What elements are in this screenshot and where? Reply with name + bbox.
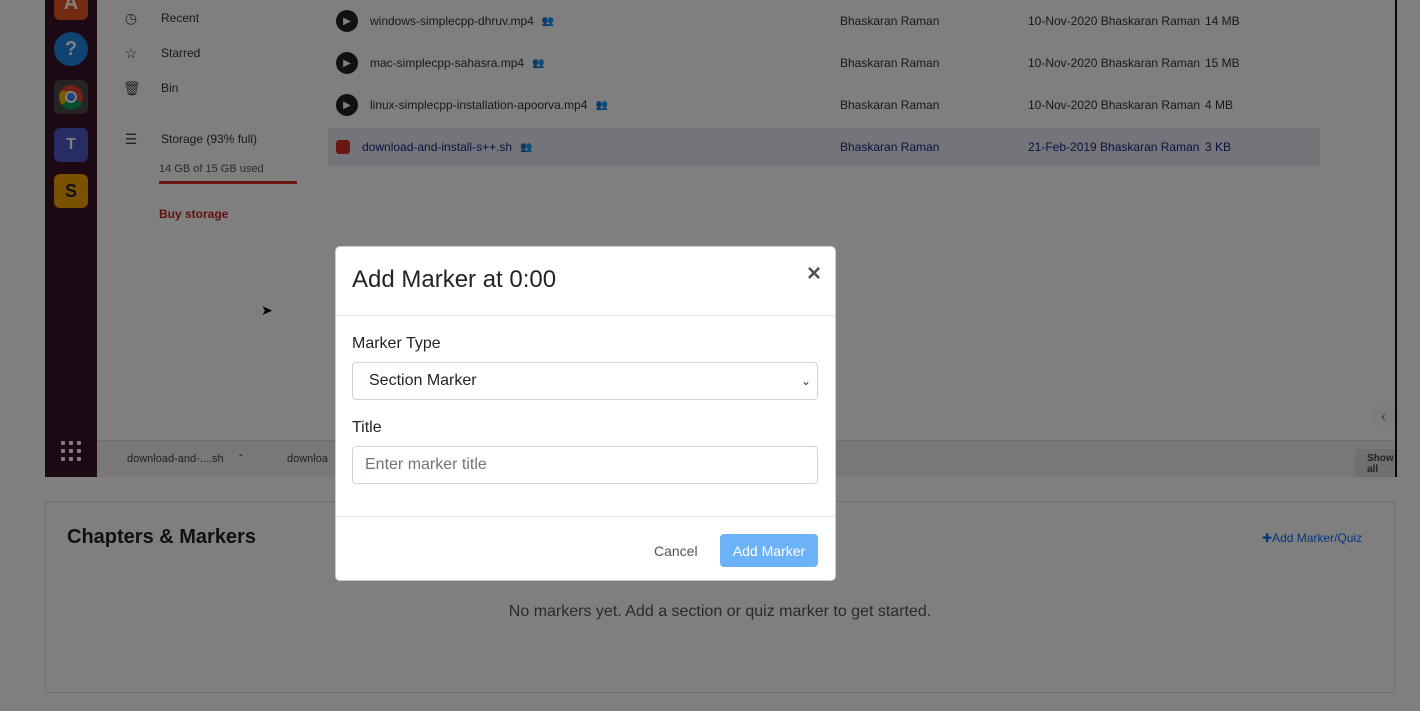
modal-footer: Cancel Add Marker [336, 517, 835, 580]
marker-type-selected-value: Section Marker [369, 372, 477, 389]
close-button[interactable]: × [807, 262, 821, 286]
modal-title: Add Marker at 0:00 [352, 266, 557, 293]
modal-body: Marker Type Section Marker ⌄ Title [336, 316, 835, 517]
add-marker-button[interactable]: Add Marker [720, 534, 818, 567]
marker-type-label: Marker Type [352, 335, 441, 352]
add-marker-dialog: Add Marker at 0:00 × Marker Type Section… [335, 246, 836, 581]
marker-title-input[interactable] [352, 446, 818, 484]
title-label: Title [352, 419, 382, 436]
marker-type-select[interactable]: Section Marker ⌄ [352, 362, 818, 400]
cancel-button[interactable]: Cancel [642, 535, 710, 567]
modal-header: Add Marker at 0:00 × [336, 247, 835, 316]
chevron-down-icon: ⌄ [800, 374, 811, 388]
